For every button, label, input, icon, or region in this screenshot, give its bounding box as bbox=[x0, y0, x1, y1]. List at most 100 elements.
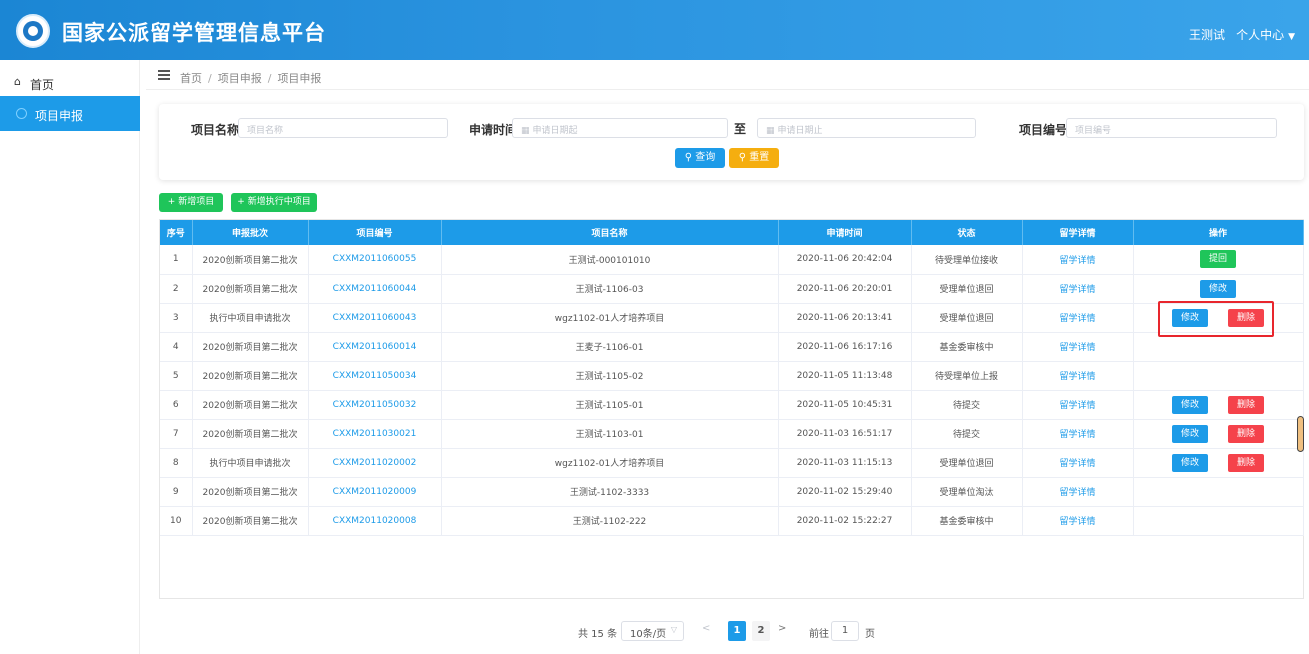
start-date-placeholder: 申请日期起 bbox=[532, 126, 578, 136]
delete-button[interactable]: 删除 bbox=[1228, 395, 1265, 414]
refresh-icon: ⚲ bbox=[738, 152, 750, 163]
row-number: 2 bbox=[160, 274, 193, 304]
edit-button[interactable]: 修改 bbox=[1199, 279, 1236, 298]
project-code-link[interactable]: CXXM2011060044 bbox=[308, 274, 442, 304]
apply-time-cell: 2020-11-02 15:29:40 bbox=[778, 477, 912, 507]
next-page-icon[interactable]: > bbox=[778, 623, 786, 634]
delete-button[interactable]: 删除 bbox=[1228, 453, 1265, 472]
project-code-label: 项目编号: bbox=[1019, 123, 1072, 137]
query-button[interactable]: ⚲ 查询 bbox=[675, 148, 725, 168]
apply-time-cell: 2020-11-06 16:17:16 bbox=[778, 332, 912, 362]
delete-button[interactable]: 删除 bbox=[1228, 424, 1265, 443]
study-detail-link[interactable]: 留学详情 bbox=[1022, 390, 1134, 420]
breadcrumb-current: 项目申报 bbox=[277, 72, 322, 85]
operations-cell bbox=[1133, 361, 1304, 391]
project-code-link[interactable]: CXXM2011060014 bbox=[308, 332, 442, 362]
project-code-link[interactable]: CXXM2011050034 bbox=[308, 361, 442, 391]
project-code-link[interactable]: CXXM2011060043 bbox=[308, 303, 442, 333]
table-row: 8 执行中项目申请批次 CXXM2011020002 wgz1102-01人才培养项目… bbox=[160, 448, 1304, 478]
table-row: 10 2020创新项目第二批次 CXXM2011020008 王测试-1102-222… bbox=[160, 506, 1304, 536]
study-detail-link[interactable]: 留学详情 bbox=[1022, 332, 1134, 362]
scroll-handle[interactable] bbox=[1297, 416, 1304, 452]
apply-time-cell: 2020-11-05 11:13:48 bbox=[778, 361, 912, 391]
caret-down-icon: ▼ bbox=[1288, 32, 1295, 42]
project-code-link[interactable]: CXXM2011050032 bbox=[308, 390, 442, 420]
sidebar-item-home[interactable]: ⌂ 首页 bbox=[0, 64, 140, 100]
study-detail-link[interactable]: 留学详情 bbox=[1022, 303, 1134, 333]
project-name-placeholder: 项目名称 bbox=[247, 126, 284, 136]
row-number: 4 bbox=[160, 332, 193, 362]
reset-button[interactable]: ⚲ 重置 bbox=[729, 148, 779, 168]
study-detail-link[interactable]: 留学详情 bbox=[1022, 477, 1134, 507]
study-detail-link[interactable]: 留学详情 bbox=[1022, 448, 1134, 478]
breadcrumb: 首页 / 项目申报 / 项目申报 bbox=[180, 72, 322, 85]
study-detail-link[interactable]: 留学详情 bbox=[1022, 506, 1134, 536]
study-detail-link[interactable]: 留学详情 bbox=[1022, 361, 1134, 391]
add-project-button[interactable]: + 新增项目 bbox=[159, 193, 223, 212]
table-body: 1 2020创新项目第二批次 CXXM2011060055 王测试-000101010… bbox=[160, 245, 1304, 536]
page-1-button[interactable]: 1 bbox=[728, 621, 746, 641]
project-code-link[interactable]: CXXM2011060055 bbox=[308, 245, 442, 275]
operations-cell: 提回 bbox=[1133, 245, 1304, 275]
column-header: 项目名称 bbox=[441, 220, 779, 245]
user-name[interactable]: 王测试 bbox=[1189, 26, 1225, 43]
batch-cell: 执行中项目申请批次 bbox=[192, 303, 309, 333]
withdraw-button[interactable]: 提回 bbox=[1199, 250, 1236, 269]
table-row: 6 2020创新项目第二批次 CXXM2011050032 王测试-1105-01 20… bbox=[160, 390, 1304, 420]
study-detail-link[interactable]: 留学详情 bbox=[1022, 245, 1134, 275]
goto-unit: 页 bbox=[865, 629, 875, 640]
goto-page-input[interactable]: 1 bbox=[831, 621, 859, 641]
project-code-link[interactable]: CXXM2011020008 bbox=[308, 506, 442, 536]
end-date-input[interactable]: ▦ 申请日期止 bbox=[757, 118, 976, 138]
status-cell: 待提交 bbox=[911, 390, 1023, 420]
to-label: 至 bbox=[734, 122, 747, 136]
column-header: 状态 bbox=[911, 220, 1023, 245]
column-header: 留学详情 bbox=[1022, 220, 1134, 245]
batch-cell: 2020创新项目第二批次 bbox=[192, 361, 309, 391]
project-table: 序号 申报批次 项目编号 项目名称 申请时间 状态 留学详情 操作 1 2020创… bbox=[159, 219, 1304, 599]
chevron-down-icon: ▽ bbox=[670, 625, 677, 634]
page-size-value: 10条/页 bbox=[630, 629, 667, 640]
column-header: 操作 bbox=[1133, 220, 1304, 245]
personal-center-menu[interactable]: 个人中心 ▼ bbox=[1236, 26, 1295, 43]
table-row: 3 执行中项目申请批次 CXXM2011060043 wgz1102-01人才培养项目… bbox=[160, 303, 1304, 333]
project-code-input[interactable]: 项目编号 bbox=[1066, 118, 1277, 138]
menu-toggle-icon[interactable] bbox=[158, 70, 170, 80]
prev-page-icon[interactable]: < bbox=[702, 623, 710, 634]
table-row: 4 2020创新项目第二批次 CXXM2011060014 王麦子-1106-01 20… bbox=[160, 332, 1304, 362]
page-size-select[interactable]: 10条/页 ▽ bbox=[621, 621, 684, 641]
start-date-input[interactable]: ▦ 申请日期起 bbox=[512, 118, 728, 138]
column-header: 申请时间 bbox=[778, 220, 912, 245]
project-name-input[interactable]: 项目名称 bbox=[238, 118, 448, 138]
batch-cell: 2020创新项目第二批次 bbox=[192, 332, 309, 362]
edit-button[interactable]: 修改 bbox=[1171, 395, 1208, 414]
status-cell: 受理单位淘汰 bbox=[911, 477, 1023, 507]
breadcrumb-home[interactable]: 首页 bbox=[180, 72, 202, 85]
edit-button[interactable]: 修改 bbox=[1171, 453, 1208, 472]
sidebar-item-project-apply[interactable]: 项目申报 bbox=[0, 96, 140, 131]
project-code-link[interactable]: CXXM2011020009 bbox=[308, 477, 442, 507]
table-row: 7 2020创新项目第二批次 CXXM2011030021 王测试-1103-01 20… bbox=[160, 419, 1304, 449]
top-header: 国家公派留学管理信息平台 王测试 个人中心 ▼ bbox=[0, 0, 1309, 60]
edit-button[interactable]: 修改 bbox=[1171, 424, 1208, 443]
add-exec-project-button[interactable]: + 新增执行中项目 bbox=[231, 193, 317, 212]
status-cell: 受理单位退回 bbox=[911, 448, 1023, 478]
home-icon: ⌂ bbox=[14, 75, 21, 88]
study-detail-link[interactable]: 留学详情 bbox=[1022, 419, 1134, 449]
project-code-link[interactable]: CXXM2011020002 bbox=[308, 448, 442, 478]
row-number: 7 bbox=[160, 419, 193, 449]
study-detail-link[interactable]: 留学详情 bbox=[1022, 274, 1134, 304]
highlight-annotation-box bbox=[1158, 301, 1274, 337]
search-icon: ⚲ bbox=[684, 152, 696, 163]
project-code-link[interactable]: CXXM2011030021 bbox=[308, 419, 442, 449]
operations-cell bbox=[1133, 477, 1304, 507]
status-cell: 待受理单位接收 bbox=[911, 245, 1023, 275]
calendar-icon: ▦ bbox=[521, 126, 530, 136]
page-2-button[interactable]: 2 bbox=[752, 621, 770, 641]
operations-cell: 修改 bbox=[1133, 274, 1304, 304]
project-code-placeholder: 项目编号 bbox=[1075, 126, 1112, 136]
apply-time-cell: 2020-11-03 11:15:13 bbox=[778, 448, 912, 478]
breadcrumb-item[interactable]: 项目申报 bbox=[218, 72, 262, 85]
apply-time-cell: 2020-11-03 16:51:17 bbox=[778, 419, 912, 449]
logo-icon bbox=[16, 14, 50, 48]
